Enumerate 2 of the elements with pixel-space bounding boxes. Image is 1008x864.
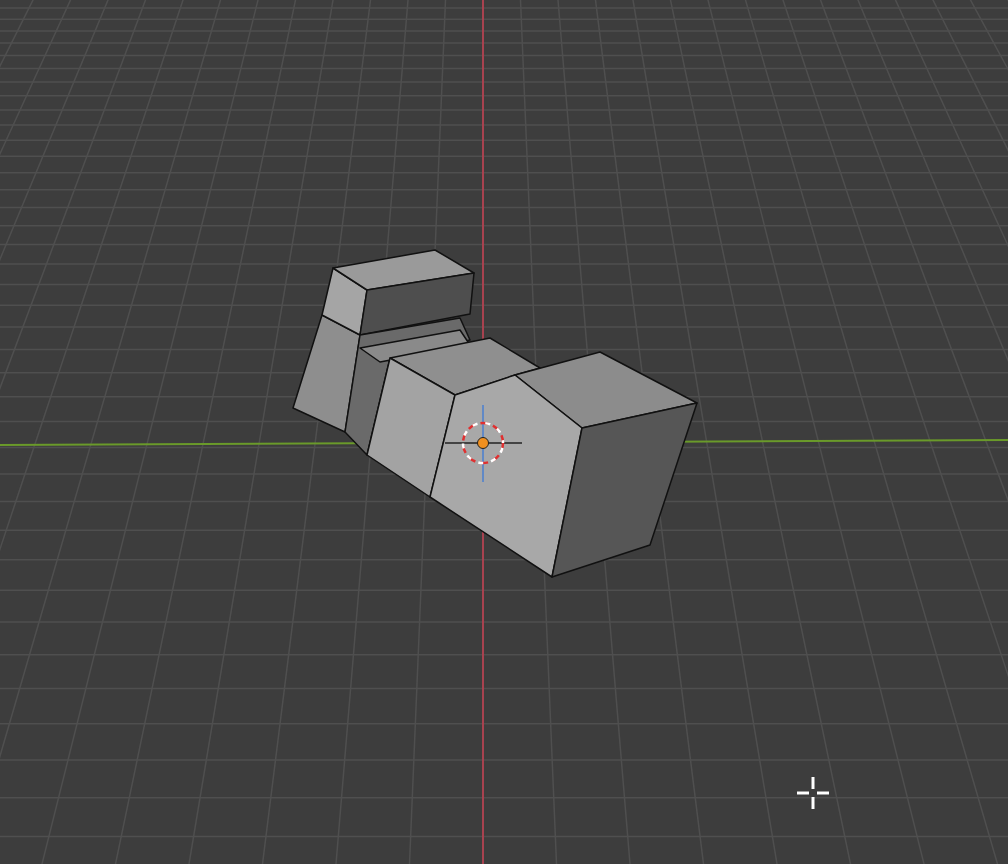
origin-cursor-icon [444, 404, 523, 483]
crosshair-cursor-icon [797, 777, 829, 809]
